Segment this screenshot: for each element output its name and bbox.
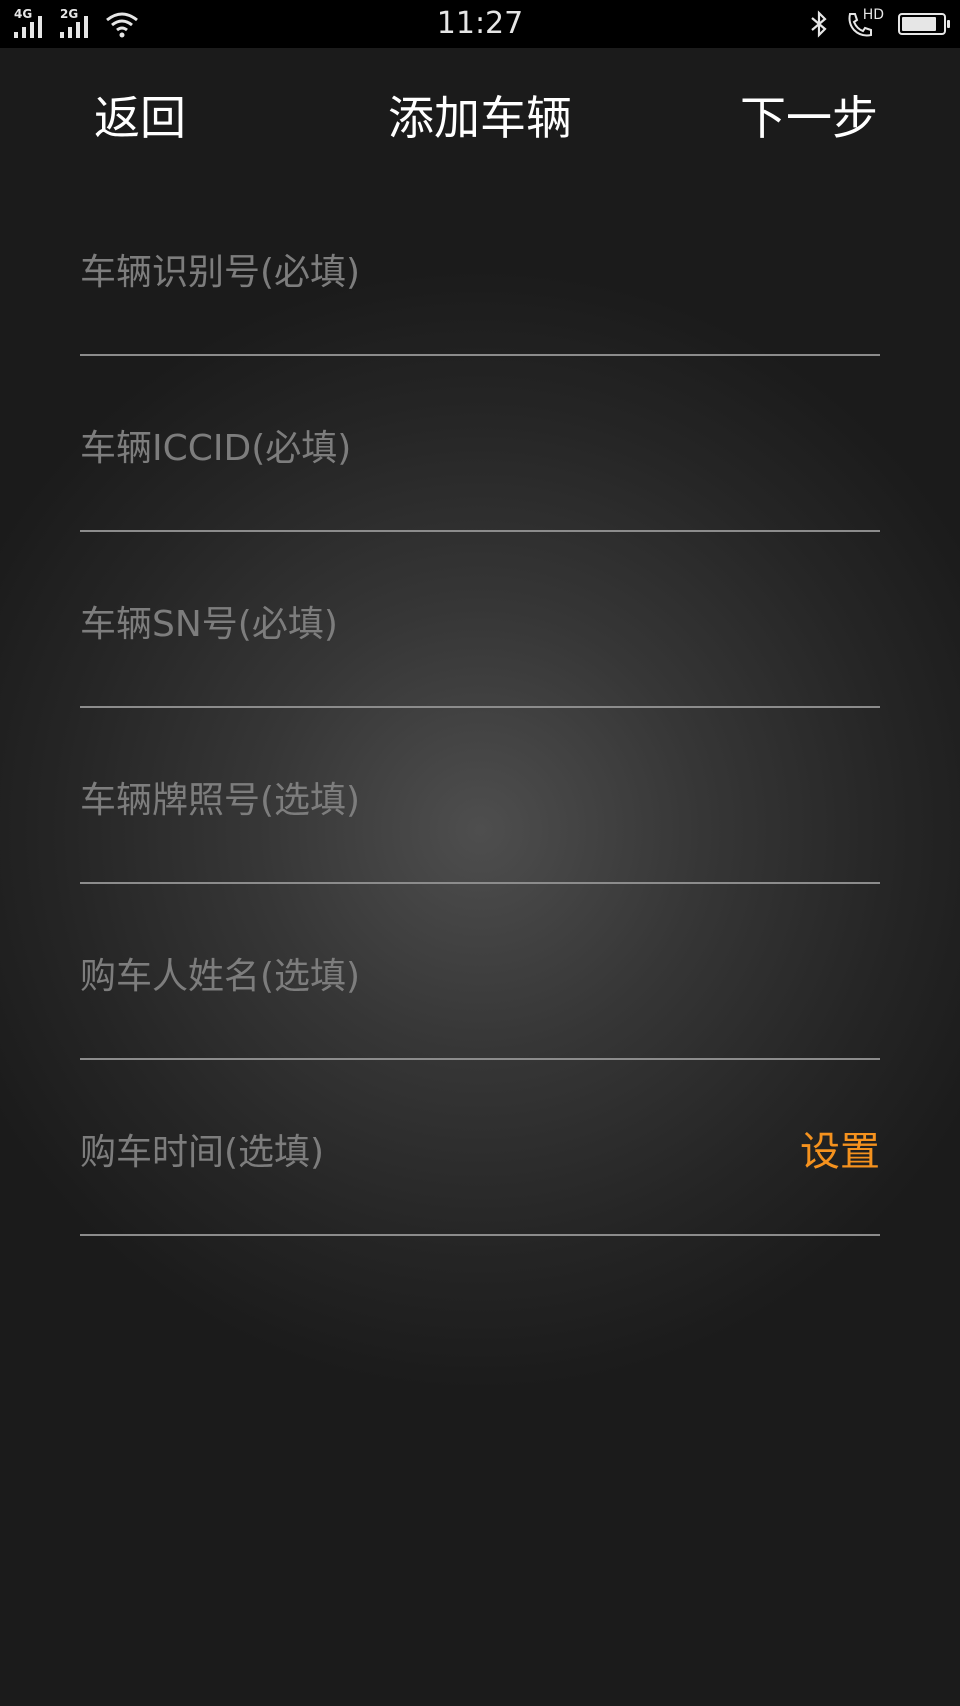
sn-input[interactable]	[80, 596, 720, 652]
hd-call-icon: HD	[844, 8, 884, 40]
purchase-time-row: 设置	[80, 1060, 880, 1236]
battery-icon	[898, 13, 950, 35]
buyer-name-row	[80, 884, 880, 1060]
iccid-input[interactable]	[80, 420, 720, 476]
bluetooth-icon	[811, 10, 827, 38]
status-bar: 4G 2G 11:27 HD	[0, 0, 960, 48]
buyer-name-input[interactable]	[80, 948, 720, 1004]
next-step-button[interactable]: 下一步	[740, 88, 878, 148]
iccid-row	[80, 356, 880, 532]
sn-row	[80, 532, 880, 708]
plate-row	[80, 708, 880, 884]
vehicle-form: 设置	[80, 180, 880, 1236]
status-right: HD	[808, 8, 950, 40]
vin-input[interactable]	[80, 244, 720, 300]
hd-label: HD	[862, 7, 884, 23]
add-vehicle-screen: 4G 2G 11:27 HD 返回 添加车辆 下一步 车辆识别号(必填) 车辆I…	[0, 0, 960, 1706]
plate-input[interactable]	[80, 772, 720, 828]
battery-level	[902, 17, 936, 31]
purchase-time-input[interactable]	[80, 1124, 720, 1180]
set-purchase-time-button[interactable]: 设置	[800, 1126, 880, 1178]
vin-row	[80, 180, 880, 356]
nav-bar: 返回 添加车辆 下一步	[0, 48, 960, 188]
